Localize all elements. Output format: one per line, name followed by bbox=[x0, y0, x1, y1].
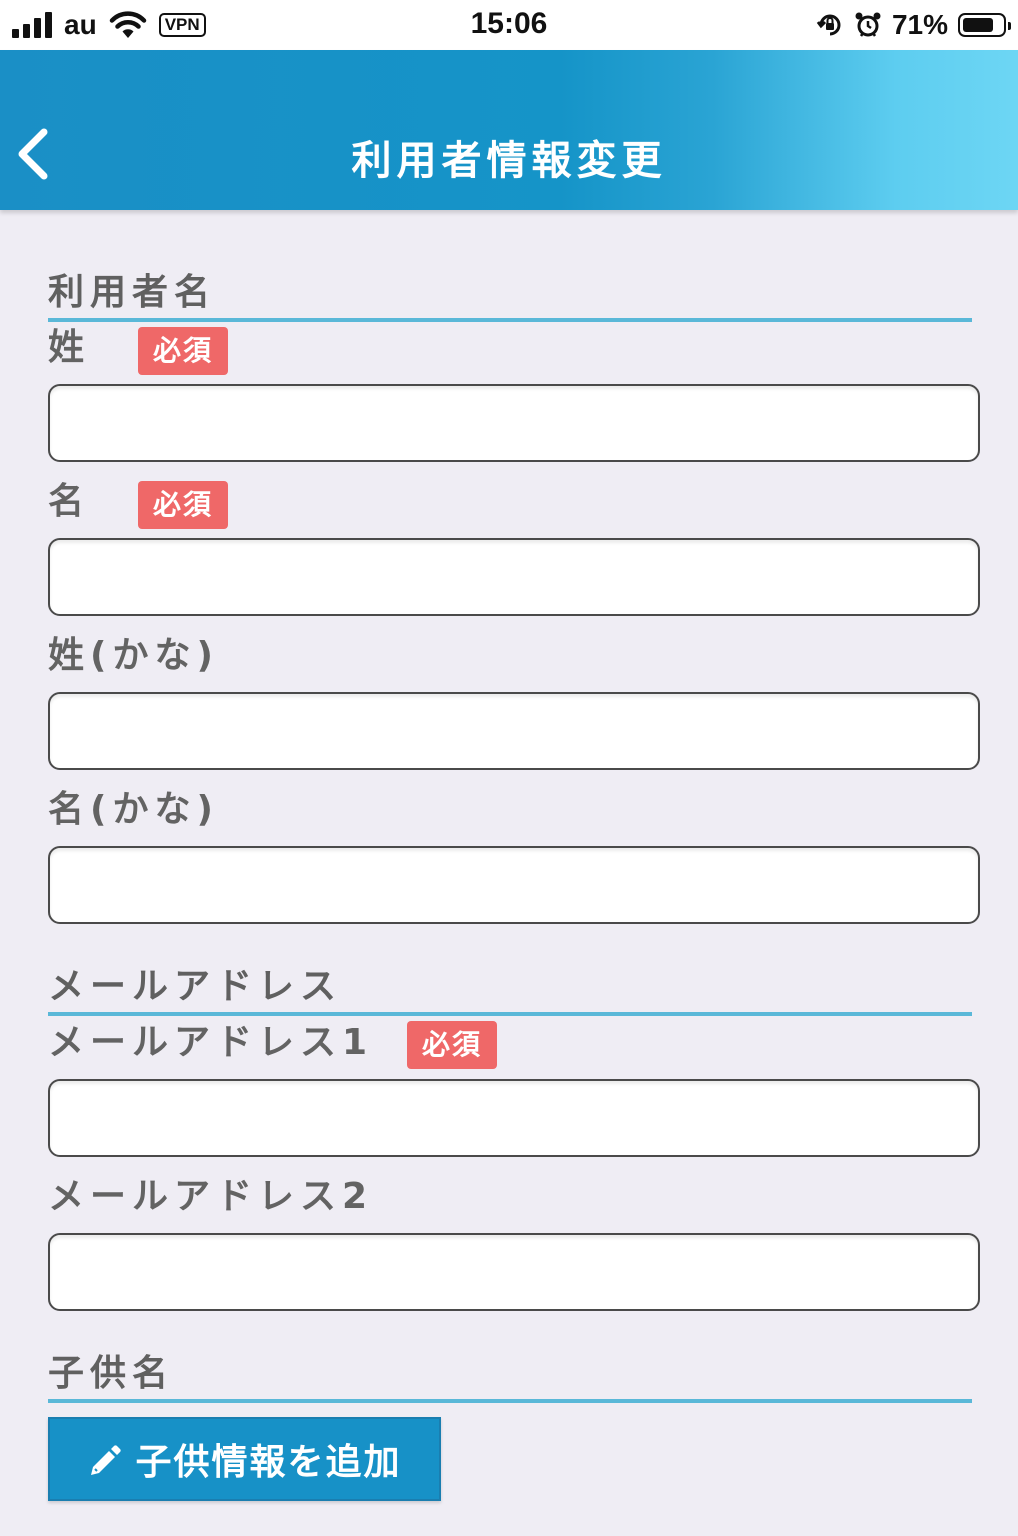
status-right: 71% bbox=[816, 8, 1011, 42]
add-child-button[interactable]: 子供情報を追加 bbox=[48, 1417, 441, 1501]
status-bar: au VPN 15:06 71% bbox=[0, 0, 1018, 50]
last-name-kana-label: 姓(かな) bbox=[48, 635, 219, 676]
section-heading-user-name: 利用者名 bbox=[48, 272, 972, 322]
required-badge: 必須 bbox=[138, 481, 228, 529]
section-heading-children: 子供名 bbox=[48, 1353, 972, 1403]
first-name-kana-input[interactable] bbox=[48, 846, 980, 924]
add-child-button-label: 子供情報を追加 bbox=[135, 1442, 402, 1483]
app-header: 利用者情報変更 bbox=[0, 50, 1018, 210]
first-name-kana-label: 名(かな) bbox=[48, 789, 219, 830]
required-badge: 必須 bbox=[407, 1021, 497, 1069]
battery-percentage: 71% bbox=[891, 9, 948, 40]
last-name-input[interactable] bbox=[48, 384, 980, 462]
last-name-label: 姓 bbox=[48, 327, 91, 368]
first-name-input[interactable] bbox=[48, 538, 980, 616]
first-name-label: 名 bbox=[48, 481, 91, 522]
pencil-icon bbox=[91, 1445, 122, 1475]
email2-input[interactable] bbox=[48, 1233, 980, 1311]
required-badge: 必須 bbox=[138, 327, 228, 375]
battery-icon bbox=[958, 13, 1011, 37]
email1-label: メールアドレス1 bbox=[48, 1022, 374, 1063]
alarm-icon bbox=[855, 12, 881, 37]
last-name-kana-input[interactable] bbox=[48, 692, 980, 770]
email1-input[interactable] bbox=[48, 1079, 980, 1157]
section-heading-email: メールアドレス bbox=[48, 966, 972, 1016]
page-title: 利用者情報変更 bbox=[351, 138, 667, 184]
orientation-lock-icon bbox=[816, 14, 841, 36]
email2-label: メールアドレス2 bbox=[48, 1176, 374, 1217]
